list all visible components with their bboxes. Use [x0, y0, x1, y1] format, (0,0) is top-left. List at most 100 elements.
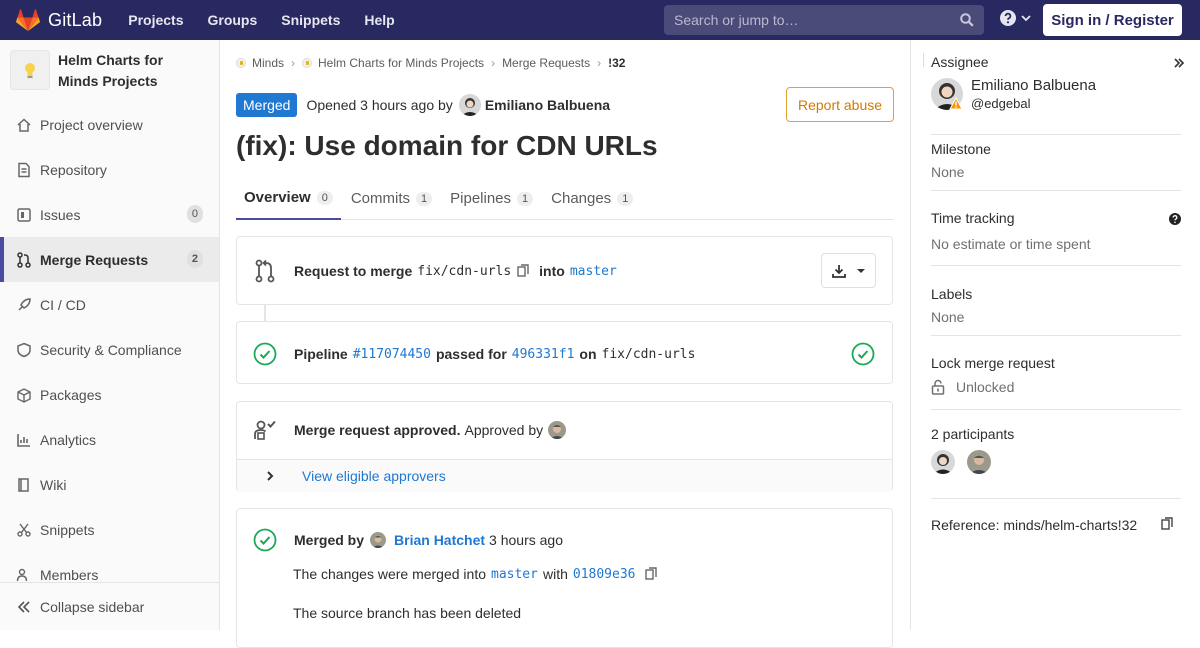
- merged-time: 3 hours ago: [489, 532, 563, 548]
- question-circle-icon[interactable]: [1169, 212, 1181, 228]
- copy-icon[interactable]: [1161, 517, 1173, 531]
- time-tracking-block: Time tracking No estimate or time spent: [931, 210, 1181, 266]
- lock-value: Unlocked: [956, 379, 1015, 395]
- issues-icon: [16, 207, 32, 223]
- gitlab-logo[interactable]: GitLab: [16, 0, 102, 40]
- avatar[interactable]: [931, 450, 955, 474]
- time-tracking-title: Time tracking: [931, 210, 1015, 226]
- reference-block: Reference: minds/helm-charts!32: [931, 517, 1181, 533]
- pipeline-stage-success-icon[interactable]: [851, 342, 875, 366]
- caret-down-icon: [857, 268, 865, 273]
- help-dropdown[interactable]: [1000, 10, 1032, 26]
- avatar[interactable]: [967, 450, 991, 474]
- collapse-right-sidebar-icon[interactable]: [1173, 56, 1185, 72]
- assignee-name[interactable]: Emiliano Balbuena: [971, 77, 1096, 94]
- merged-into-text: The changes were merged into: [293, 566, 486, 582]
- download-dropdown-button[interactable]: [821, 253, 876, 288]
- breadcrumb-merge-requests[interactable]: Merge Requests: [502, 56, 590, 70]
- sidebar-item-merge-requests[interactable]: Merge Requests 2: [0, 237, 219, 282]
- commit-sha-link[interactable]: 496331f1: [512, 347, 575, 362]
- sign-in-button[interactable]: Sign in / Register: [1043, 4, 1182, 36]
- collapse-sidebar-button[interactable]: Collapse sidebar: [0, 582, 219, 630]
- sidebar-item-wiki[interactable]: Wiki: [0, 462, 219, 507]
- tab-count: 0: [316, 190, 333, 205]
- merged-by-user-link[interactable]: Brian Hatchet: [394, 532, 485, 548]
- tab-overview[interactable]: Overview 0: [236, 177, 341, 220]
- tab-changes[interactable]: Changes 1: [543, 177, 641, 220]
- merge-requests-count-badge: 2: [186, 250, 203, 268]
- sidebar-item-packages[interactable]: Packages: [0, 372, 219, 417]
- assignee-avatar[interactable]: [931, 78, 963, 110]
- opened-text: Opened 3 hours ago by: [306, 97, 453, 113]
- source-branch[interactable]: fix/cdn-urls: [417, 264, 511, 279]
- sidebar-item-analytics[interactable]: Analytics: [0, 417, 219, 462]
- copy-icon[interactable]: [644, 567, 657, 581]
- pipeline-id-link[interactable]: #117074450: [353, 347, 431, 362]
- collapse-sidebar-label: Collapse sidebar: [40, 598, 145, 615]
- project-header[interactable]: Helm Charts for Minds Projects: [10, 50, 198, 92]
- sidebar-item-label: Repository: [40, 161, 107, 178]
- milestone-value: None: [931, 164, 965, 180]
- chevron-right-icon: ›: [491, 56, 496, 70]
- status-success-icon[interactable]: [253, 342, 277, 366]
- tab-label: Pipelines: [450, 190, 512, 207]
- avatar[interactable]: [370, 532, 387, 548]
- tab-commits[interactable]: Commits 1: [343, 177, 440, 220]
- breadcrumb-project[interactable]: Helm Charts for Minds Projects: [318, 56, 484, 70]
- avatar[interactable]: [548, 421, 567, 439]
- labels-title: Labels: [931, 286, 973, 302]
- book-icon: [16, 477, 32, 493]
- sidebar-item-label: Packages: [40, 386, 102, 403]
- project-avatar-icon: [302, 58, 313, 68]
- nav-projects[interactable]: Projects: [128, 12, 183, 28]
- chevron-down-icon: [1021, 15, 1031, 22]
- search-placeholder: Search or jump to…: [674, 12, 799, 28]
- request-to-merge-label: Request to merge: [294, 263, 413, 279]
- labels-value: None: [931, 309, 965, 325]
- avatar[interactable]: [458, 94, 481, 116]
- author-name[interactable]: Emiliano Balbuena: [485, 97, 610, 113]
- milestone-block[interactable]: Milestone None: [931, 141, 1181, 191]
- issuable-sidebar: Assignee Emiliano Balbuena @edgebal Mile…: [910, 40, 1200, 630]
- report-abuse-button[interactable]: Report abuse: [786, 87, 894, 122]
- issues-count-badge: 0: [186, 205, 203, 223]
- merge-request-widget: Request to merge fix/cdn-urls into maste…: [236, 236, 893, 305]
- tab-label: Overview: [244, 189, 311, 206]
- merge-commit-sha-link[interactable]: 01809e36: [573, 567, 636, 582]
- pipeline-on-text: on: [579, 346, 597, 362]
- labels-block[interactable]: Labels None: [931, 286, 1181, 336]
- tab-pipelines[interactable]: Pipelines 1: [442, 177, 541, 220]
- nav-groups[interactable]: Groups: [207, 12, 257, 28]
- nav-help[interactable]: Help: [364, 12, 394, 28]
- status-badge: Merged: [236, 93, 298, 117]
- lock-open-icon: [931, 379, 945, 395]
- sidebar-item-ci-cd[interactable]: CI / CD: [0, 282, 219, 327]
- sidebar-item-label: Merge Requests: [40, 251, 149, 268]
- shield-icon: [16, 342, 32, 358]
- assignee-block: Assignee Emiliano Balbuena @edgebal: [923, 53, 1185, 135]
- breadcrumb-mr-id[interactable]: !32: [608, 56, 625, 70]
- merged-widget: Merged by Brian Hatchet 3 hours ago The …: [236, 508, 893, 648]
- view-eligible-approvers-row[interactable]: View eligible approvers: [237, 459, 892, 492]
- project-name: Helm Charts for Minds Projects: [58, 52, 164, 89]
- sidebar-item-security[interactable]: Security & Compliance: [0, 327, 219, 372]
- view-eligible-approvers-link[interactable]: View eligible approvers: [302, 468, 446, 484]
- target-branch-link[interactable]: master: [570, 264, 617, 279]
- project-avatar: [10, 50, 50, 90]
- merged-target-branch-link[interactable]: master: [491, 567, 538, 582]
- mr-status-line: Merged Opened 3 hours ago by Emiliano Ba…: [236, 93, 610, 117]
- copy-icon[interactable]: [517, 264, 529, 278]
- sidebar-item-issues[interactable]: Issues 0: [0, 192, 219, 237]
- search-input[interactable]: Search or jump to…: [664, 5, 984, 35]
- sidebar-item-repository[interactable]: Repository: [0, 147, 219, 192]
- brand-name: GitLab: [48, 9, 103, 30]
- sidebar-item-snippets[interactable]: Snippets: [0, 507, 219, 552]
- breadcrumb-group[interactable]: Minds: [252, 56, 284, 70]
- time-tracking-value: No estimate or time spent: [931, 236, 1091, 252]
- sidebar-item-project-overview[interactable]: Project overview: [0, 102, 219, 147]
- tab-label: Commits: [350, 190, 411, 207]
- users-icon: [16, 567, 32, 583]
- nav-snippets[interactable]: Snippets: [281, 12, 340, 28]
- widget-connector: [264, 305, 266, 321]
- breadcrumb: Minds › Helm Charts for Minds Projects ›…: [236, 56, 625, 70]
